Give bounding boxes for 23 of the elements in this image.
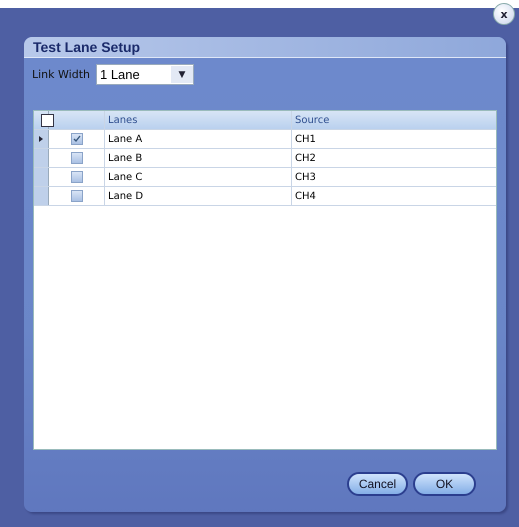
- lane-checkbox[interactable]: [70, 133, 82, 145]
- ok-button[interactable]: OK: [413, 472, 476, 496]
- lane-checkbox[interactable]: [70, 171, 82, 183]
- column-header[interactable]: Lanes: [105, 111, 292, 129]
- table-cell: Lane A: [105, 130, 292, 148]
- lane-checkbox[interactable]: [70, 190, 82, 202]
- table-cell-text: CH1: [294, 132, 317, 146]
- window-title: Test Lane Setup: [33, 39, 140, 55]
- cancel-button[interactable]: Cancel: [347, 472, 408, 496]
- link-width-label: Link Width: [32, 68, 90, 81]
- link-width-dropdown[interactable]: 1 Lane ▼: [96, 64, 194, 85]
- table-cell-text: CH2: [294, 152, 317, 166]
- select-all-checkbox[interactable]: [41, 114, 54, 126]
- table-cell: Lane D: [105, 187, 292, 205]
- table-cell-text: CH3: [294, 170, 317, 184]
- close-button[interactable]: x: [493, 3, 515, 25]
- table-cell-text: CH4: [294, 190, 317, 204]
- current-row-icon: [39, 136, 43, 142]
- column-header[interactable]: Source: [292, 111, 496, 129]
- table-cell: Lane C: [105, 168, 292, 186]
- row-header[interactable]: [34, 130, 49, 148]
- table-cell: Lane B: [105, 149, 292, 167]
- lane-checkbox[interactable]: [70, 152, 82, 164]
